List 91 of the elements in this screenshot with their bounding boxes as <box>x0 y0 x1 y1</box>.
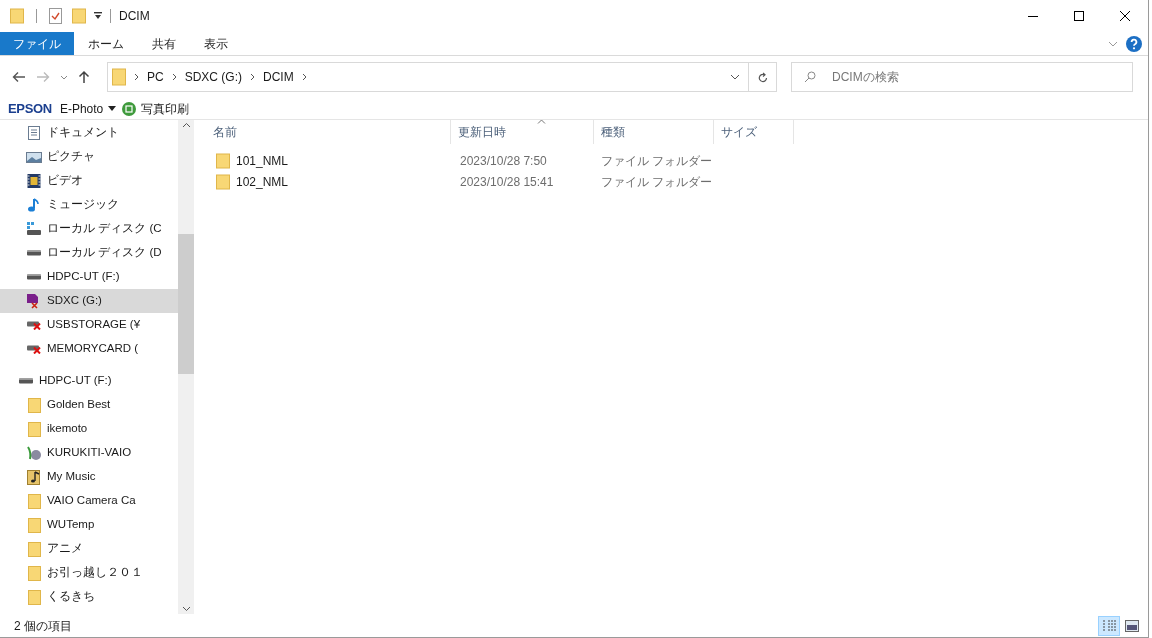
column-header[interactable]: 種類 <box>594 120 714 144</box>
network-computer-icon <box>26 445 42 461</box>
chevron-right-icon <box>250 73 255 81</box>
sidebar-item[interactable]: MEMORYCARD ( <box>0 337 178 361</box>
document-icon <box>26 125 42 141</box>
scroll-down-icon[interactable] <box>181 606 191 612</box>
folder-icon <box>26 421 42 437</box>
drive-error-icon <box>26 320 42 330</box>
drive-icon <box>26 274 42 280</box>
brand-label: EPSON <box>8 99 52 118</box>
ribbon-tab[interactable]: 共有 <box>138 32 190 55</box>
date-modified: 2023/10/28 15:41 <box>459 173 555 191</box>
folder-icon <box>26 517 42 533</box>
file-name[interactable]: 102_NML <box>236 172 289 191</box>
ribbon-tab[interactable]: 表示 <box>190 32 242 55</box>
breadcrumb[interactable]: DCIM <box>263 68 294 86</box>
maximize-icon <box>1074 11 1084 21</box>
folder-icon <box>26 565 42 581</box>
checkmark-document-icon[interactable] <box>49 8 62 24</box>
help-icon[interactable] <box>1126 35 1142 52</box>
sidebar-item[interactable]: HDPC-UT (F:) <box>0 265 178 289</box>
chevron-down-icon[interactable] <box>60 74 68 80</box>
refresh-icon <box>757 71 768 83</box>
chevron-down-icon[interactable] <box>730 74 740 80</box>
column-header[interactable]: サイズ <box>714 120 794 144</box>
sidebar-item[interactable]: Golden Best <box>0 393 178 417</box>
minimize-icon <box>1028 15 1038 17</box>
music-note-icon <box>26 197 42 213</box>
sidebar-item[interactable]: ビデオ <box>0 169 178 193</box>
ribbon-tab[interactable]: ファイル <box>0 32 74 55</box>
sidebar-item[interactable]: ikemoto <box>0 417 178 441</box>
sidebar-item[interactable]: My Music <box>0 465 178 489</box>
printer-icon <box>122 101 137 116</box>
date-modified: 2023/10/28 7:50 <box>459 152 548 170</box>
file-type: ファイル フォルダー <box>600 152 714 170</box>
sidebar-item[interactable]: SDXC (G:) <box>0 289 178 313</box>
folder-icon <box>26 589 42 605</box>
chevron-right-icon <box>171 73 177 81</box>
drive-icon <box>26 250 42 256</box>
folder-icon <box>26 493 42 509</box>
chevron-right-icon <box>134 73 139 81</box>
column-header[interactable]: 名前 <box>194 120 451 144</box>
folder-icon <box>216 173 230 190</box>
folder-icon <box>26 397 42 413</box>
folder-icon <box>112 68 126 86</box>
picture-icon <box>26 149 42 165</box>
up-arrow-icon[interactable] <box>78 70 90 84</box>
film-icon <box>26 173 42 189</box>
app-dropdown[interactable]: E-Photo <box>59 99 117 118</box>
item-count: 2 個の項目 <box>14 617 72 635</box>
sidebar-item[interactable]: WUTemp <box>0 513 178 537</box>
details-list-icon <box>1102 619 1116 632</box>
photo-print-button[interactable]: 写真印刷 <box>122 99 190 118</box>
details-view-button[interactable] <box>1098 615 1120 636</box>
sidebar-item[interactable]: お引っ越し２０１ <box>0 561 178 585</box>
back-arrow-icon[interactable] <box>12 71 26 83</box>
drive-icon <box>26 221 42 237</box>
breadcrumb[interactable]: SDXC (G:) <box>184 68 242 86</box>
address-bar[interactable]: PC SDXC (G:) DCIM <box>107 62 749 92</box>
sidebar-item[interactable]: USBSTORAGE (¥ <box>0 313 178 337</box>
refresh-button[interactable] <box>749 62 777 92</box>
sidebar-item[interactable]: ローカル ディスク (D <box>0 241 178 265</box>
column-header[interactable]: 更新日時 <box>451 120 594 144</box>
search-field[interactable]: DCIMの検索 <box>791 62 1133 92</box>
scroll-up-icon[interactable] <box>181 122 191 128</box>
search-icon <box>804 71 816 83</box>
sidebar-item[interactable]: アニメ <box>0 537 178 561</box>
close-icon <box>1120 11 1130 21</box>
folder-icon <box>216 152 230 169</box>
sidebar-item[interactable]: くるきち <box>0 585 178 609</box>
sidebar-item[interactable]: HDPC-UT (F:) <box>0 369 178 393</box>
breadcrumb[interactable]: PC <box>147 68 164 86</box>
sidebar-item[interactable]: VAIO Camera Ca <box>0 489 178 513</box>
caret-icon <box>108 106 117 111</box>
drive-icon <box>18 378 34 384</box>
drive-error-icon <box>26 344 42 354</box>
scrollbar[interactable] <box>178 120 194 614</box>
file-type: ファイル フォルダー <box>600 173 714 191</box>
music-folder-icon <box>26 469 42 485</box>
file-name[interactable]: 101_NML <box>236 151 289 170</box>
sidebar-item[interactable]: ミュージック <box>0 193 178 217</box>
sidebar-item[interactable]: ローカル ディスク (C <box>0 217 178 241</box>
window-title: DCIM <box>119 8 150 25</box>
dropdown-icon[interactable] <box>94 12 102 20</box>
sidebar-item[interactable]: ピクチャ <box>0 145 178 169</box>
chevron-right-icon <box>301 73 307 81</box>
picture-icon <box>1125 619 1139 632</box>
folder-icon <box>26 541 42 557</box>
sidebar-item[interactable]: ドキュメント <box>0 121 178 145</box>
ribbon-tab[interactable]: ホーム <box>74 32 138 55</box>
sidebar-item[interactable]: KURUKITI-VAIO <box>0 441 178 465</box>
